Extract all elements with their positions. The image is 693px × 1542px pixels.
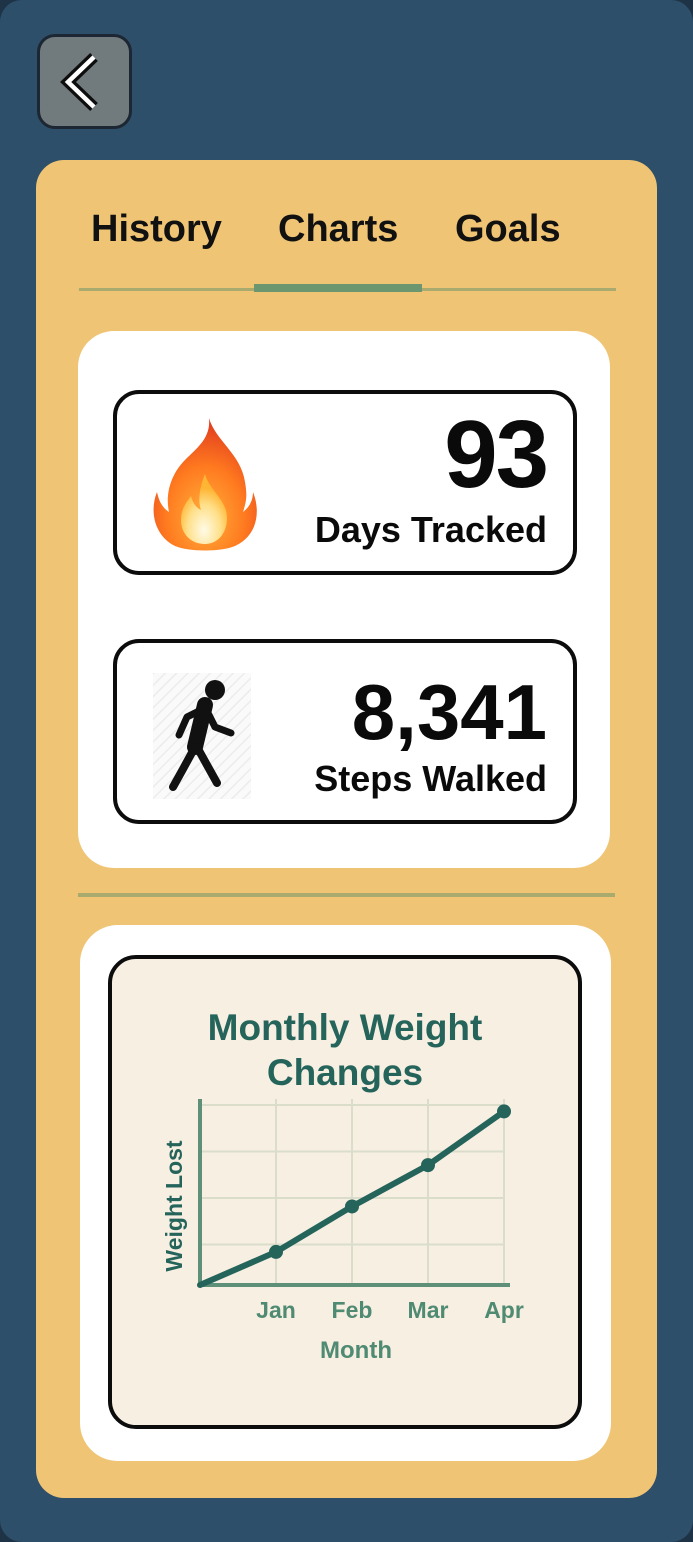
tab-charts[interactable]: Charts <box>278 208 398 251</box>
x-tick-label: Jan <box>256 1297 296 1323</box>
section-divider <box>78 893 615 897</box>
tab-bar: History Charts Goals <box>36 160 657 300</box>
steps-walked-stat: 8,341 Steps Walked <box>113 639 577 824</box>
chevron-left-icon <box>60 53 98 111</box>
data-point <box>345 1199 359 1214</box>
x-tick-label: Apr <box>484 1297 524 1323</box>
chart-plot: Jan Feb Mar Apr Month Weight Lost <box>161 1099 524 1364</box>
main-panel: History Charts Goals 93 Days Tracked 8,3… <box>36 160 657 1498</box>
app-frame: History Charts Goals 93 Days Tracked 8,3… <box>0 0 693 1542</box>
data-point <box>269 1244 283 1259</box>
days-tracked-label: Days Tracked <box>314 509 547 550</box>
tab-history[interactable]: History <box>91 208 222 251</box>
x-tick-label: Feb <box>332 1297 373 1323</box>
fire-icon <box>153 418 257 551</box>
data-point <box>497 1104 511 1119</box>
active-tab-indicator <box>254 284 422 292</box>
x-tick-label: Mar <box>408 1297 449 1323</box>
steps-walked-value: 8,341 <box>351 668 547 756</box>
days-tracked-stat: 93 Days Tracked <box>113 390 577 575</box>
steps-walked-label: Steps Walked <box>314 758 547 799</box>
y-axis-label: Weight Lost <box>161 1140 187 1272</box>
chart-card: Monthly Weight Changes Jan Feb Mar Apr Month… <box>80 925 611 1461</box>
weight-chart: Monthly Weight Changes Jan Feb Mar Apr Month… <box>108 955 582 1429</box>
x-axis-label: Month <box>320 1337 392 1364</box>
days-tracked-value: 93 <box>444 401 549 508</box>
tab-goals[interactable]: Goals <box>455 208 561 251</box>
back-button[interactable] <box>37 34 132 129</box>
walking-person-icon <box>153 673 251 799</box>
stats-card: 93 Days Tracked 8,341 Steps Walked <box>78 331 610 868</box>
data-point <box>421 1158 435 1173</box>
